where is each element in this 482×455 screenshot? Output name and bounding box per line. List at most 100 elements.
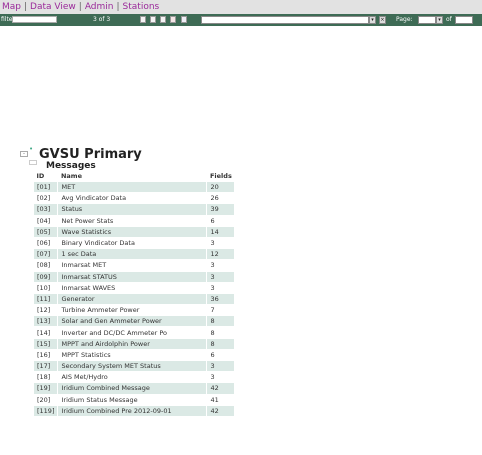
cell-name: Status (57, 203, 208, 216)
nav-link-data-view[interactable]: Data View (30, 2, 76, 12)
messages-table: ID Name Fields [01] MET 20 [02] Avg Vindicat… (32, 171, 236, 417)
collapse-icon[interactable] (29, 160, 37, 165)
table-header-row: ID Name Fields (34, 171, 235, 182)
table-row[interactable]: [11] Generator 36 (32, 292, 236, 306)
table-row[interactable]: [06] Binary Vindicator Data 3 (32, 236, 236, 250)
cell-fields: 3 (206, 281, 236, 294)
prev-page-button[interactable] (150, 16, 156, 23)
message-select[interactable] (201, 16, 369, 24)
table-row[interactable]: [09] Inmarsat STATUS 3 (32, 270, 236, 283)
cell-id: [20] (32, 393, 59, 406)
cell-name: Iridium Combined Message (57, 382, 208, 395)
chevron-down-icon[interactable]: ▾ (369, 16, 376, 24)
cell-fields: 14 (206, 225, 236, 238)
table-row[interactable]: [12] Turbine Ammeter Power 7 (32, 304, 236, 317)
first-page-button[interactable] (140, 16, 146, 23)
cell-name: Iridium Combined Pre 2012-09-01 (57, 404, 208, 417)
cell-id: [19] (32, 382, 59, 395)
table-row[interactable]: [15] MPPT and Airdolphin Power 8 (32, 337, 236, 350)
cell-id: [18] (32, 371, 59, 384)
refresh-icon[interactable] (170, 16, 176, 23)
station-title: GVSU Primary (39, 147, 142, 162)
cell-fields: 20 (206, 180, 236, 194)
cell-fields: 42 (206, 404, 236, 417)
cell-name: MET (57, 180, 208, 194)
cell-fields: 3 (206, 371, 236, 384)
cell-id: [08] (32, 259, 59, 272)
collapse-icon[interactable]: – (20, 151, 28, 157)
cell-id: [07] (32, 248, 59, 261)
table-row[interactable]: [13] Solar and Gen Ammeter Power 8 (32, 315, 236, 328)
cell-id: [14] (32, 326, 59, 339)
cell-fields: 8 (206, 337, 236, 350)
cell-id: [02] (32, 192, 59, 205)
table-row[interactable]: [20] Iridium Status Message 41 (32, 393, 236, 406)
top-nav: Map | Data View | Admin | Stations (0, 0, 482, 14)
cell-fields: 12 (206, 248, 236, 261)
cell-name: Wave Statistics (57, 225, 208, 238)
column-header-fields[interactable]: Fields (207, 171, 235, 182)
nav-link-map[interactable]: Map (2, 2, 21, 12)
cell-id: [13] (32, 315, 59, 328)
table-row[interactable]: [07] 1 sec Data 12 (32, 248, 236, 261)
table-row[interactable]: [18] AIS Met/Hydro 3 (32, 371, 236, 384)
nav-links: Map | Data View | Admin | Stations (2, 0, 159, 14)
cell-id: [01] (32, 180, 59, 194)
cell-id: [04] (32, 214, 59, 227)
page-select[interactable] (418, 16, 436, 24)
nav-separator: | (24, 2, 28, 12)
cell-id: [03] (32, 203, 59, 216)
cell-fields: 3 (206, 270, 236, 283)
chevron-down-icon[interactable]: ▾ (436, 16, 443, 24)
section-title: Messages (46, 161, 96, 171)
nav-separator: | (78, 2, 82, 12)
column-header-name[interactable]: Name (58, 171, 207, 182)
column-header-id[interactable]: ID (34, 171, 58, 182)
close-icon[interactable]: × (379, 16, 386, 24)
table-row[interactable]: [02] Avg Vindicator Data 26 (32, 192, 236, 205)
table-row[interactable]: [04] Net Power Stats 6 (32, 214, 236, 227)
table-row[interactable]: [17] Secondary System MET Status 3 (32, 359, 236, 373)
cell-id: [12] (32, 304, 59, 317)
cell-name: Net Power Stats (57, 214, 208, 227)
cell-fields: 26 (206, 192, 236, 205)
cell-id: [15] (32, 337, 59, 350)
station-node[interactable]: – • GVSU Primary (20, 145, 220, 162)
cell-name: AIS Met/Hydro (57, 371, 208, 384)
table-row[interactable]: [10] Inmarsat WAVES 3 (32, 281, 236, 294)
cell-id: [09] (32, 270, 59, 283)
cell-name: Binary Vindicator Data (57, 236, 208, 250)
cell-id: [17] (32, 359, 59, 373)
star-icon: • (29, 145, 34, 153)
cell-fields: 3 (206, 259, 236, 272)
page-label: Page: (396, 16, 413, 23)
chart-icon[interactable] (181, 16, 187, 23)
cell-id: [05] (32, 225, 59, 238)
nav-link-stations[interactable]: Stations (123, 2, 160, 12)
cell-name: Secondary System MET Status (57, 359, 208, 373)
table-row[interactable]: [03] Status 39 (32, 203, 236, 216)
table-row[interactable]: [16] MPPT Statistics 6 (32, 348, 236, 362)
table-row[interactable]: [05] Wave Statistics 14 (32, 225, 236, 238)
cell-fields: 6 (206, 214, 236, 227)
table-row[interactable]: [19] Iridium Combined Message 42 (32, 382, 236, 395)
cell-name: Solar and Gen Ammeter Power (57, 315, 208, 328)
table-row[interactable]: [119] Iridium Combined Pre 2012-09-01 42 (32, 404, 236, 417)
table-row[interactable]: [08] Inmarsat MET 3 (32, 259, 236, 272)
filter-input[interactable] (12, 16, 57, 23)
cell-id: [06] (32, 236, 59, 250)
cell-name: Inmarsat MET (57, 259, 208, 272)
next-page-button[interactable] (160, 16, 166, 23)
cell-name: Avg Vindicator Data (57, 192, 208, 205)
cell-fields: 42 (206, 382, 236, 395)
table-row[interactable]: [01] MET 20 (32, 180, 236, 194)
cell-name: Inmarsat STATUS (57, 270, 208, 283)
cell-name: MPPT and Airdolphin Power (57, 337, 208, 350)
cell-fields: 39 (206, 203, 236, 216)
cell-id: [11] (32, 292, 59, 306)
cell-id: [10] (32, 281, 59, 294)
cell-name: MPPT Statistics (57, 348, 208, 362)
table-row[interactable]: [14] Inverter and DC/DC Ammeter Po 8 (32, 326, 236, 339)
page-total-field[interactable] (455, 16, 473, 24)
nav-link-admin[interactable]: Admin (85, 2, 114, 12)
